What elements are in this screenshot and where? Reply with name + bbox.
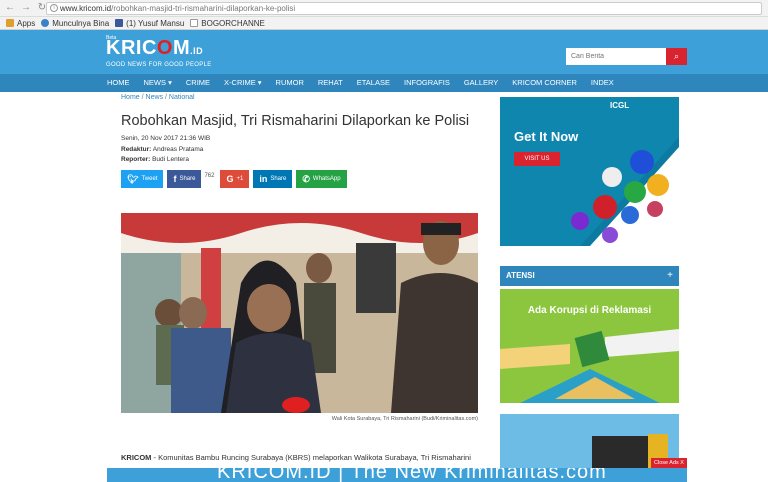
- nav-x-crime[interactable]: X-CRIME ▾: [217, 74, 269, 92]
- nav-gallery[interactable]: GALLERY: [457, 74, 505, 92]
- bookmark-bogorchannel[interactable]: BOGORCHANNE: [190, 19, 265, 28]
- url-domain: www.kricom.id: [60, 4, 112, 13]
- globe-icon: [41, 19, 50, 27]
- bookmarks-bar: Apps Munculnya Bina (1) Yusuf Mansu BOGO…: [0, 17, 768, 30]
- article-photo: [121, 213, 478, 413]
- nav-etalase[interactable]: ETALASE: [350, 74, 397, 92]
- nav-infografis[interactable]: INFOGRAFIS: [397, 74, 457, 92]
- gplus-button[interactable]: G +1: [220, 170, 250, 188]
- page-icon: [190, 19, 199, 27]
- bookmark-apps[interactable]: Apps: [6, 19, 35, 28]
- ad-title: Get It Now: [514, 129, 579, 144]
- share-buttons: 🐦︎ Tweet f Share 762 G +1 in Share ✆ WhatsApp: [121, 170, 351, 188]
- lead-text: - Komunitas Bambu Runcing Surabaya (KBRS…: [151, 453, 471, 462]
- site-header: Beta KRICOM.ID GOOD NEWS FOR GOOD PEOPLE…: [0, 30, 768, 74]
- breadcrumb: Home / News / National: [121, 94, 195, 101]
- main-nav: HOME NEWS ▾ CRIME X-CRIME ▾ RUMOR REHAT …: [0, 74, 768, 92]
- icgl-ad-banner[interactable]: ICGL Get It Now VISIT US: [500, 97, 679, 246]
- facebook-icon: f: [173, 174, 177, 184]
- address-bar[interactable]: i www.kricom.id/robohkan-masjid-tri-rism…: [46, 2, 762, 15]
- linkedin-icon: in: [259, 174, 268, 184]
- linkedin-share-button[interactable]: in Share: [253, 170, 293, 188]
- nav-rumor[interactable]: RUMOR: [269, 74, 311, 92]
- info-icon[interactable]: i: [50, 4, 58, 12]
- url-path: /robohkan-masjid-tri-rismaharini-dilapor…: [111, 4, 296, 13]
- beta-label: Beta: [106, 35, 117, 41]
- tweet-button[interactable]: 🐦︎ Tweet: [121, 170, 164, 188]
- atensi-card[interactable]: Ada Korupsi di Reklamasi: [500, 289, 679, 403]
- kricom-logo[interactable]: Beta KRICOM.ID GOOD NEWS FOR GOOD PEOPLE: [106, 35, 212, 68]
- apps-grid-icon: [6, 19, 14, 27]
- article-date: Senin, 20 Nov 2017 21:36 WIB: [121, 135, 211, 142]
- visit-us-button[interactable]: VISIT US: [514, 152, 560, 166]
- nav-home[interactable]: HOME: [100, 74, 137, 92]
- browser-toolbar: ← → ↻ i www.kricom.id/robohkan-masjid-tr…: [0, 0, 768, 17]
- back-icon[interactable]: ←: [4, 2, 16, 14]
- redaktur-name: Andreas Pratama: [152, 145, 204, 153]
- bottom-banner-text: KRICOM.ID | The New Kriminalitas.com: [217, 468, 607, 482]
- tagline: GOOD NEWS FOR GOOD PEOPLE: [106, 62, 212, 68]
- search-button[interactable]: ⌕: [666, 48, 687, 65]
- breadcrumb-news[interactable]: News: [146, 94, 164, 101]
- nav-kricom-corner[interactable]: KRICOM CORNER: [505, 74, 584, 92]
- photo-caption: Wali Kota Surabaya, Tri Rismaharini (Bud…: [331, 416, 478, 422]
- article-meta: Senin, 20 Nov 2017 21:36 WIB Redaktur: A…: [121, 135, 211, 163]
- close-ads-button[interactable]: Close Ads X: [651, 458, 687, 468]
- bottom-ad-banner[interactable]: KRICOM.ID | The New Kriminalitas.com: [107, 468, 687, 482]
- whatsapp-icon: ✆: [302, 173, 310, 184]
- breadcrumb-home[interactable]: Home: [121, 94, 140, 101]
- search-input[interactable]: [566, 48, 666, 65]
- whatsapp-button[interactable]: ✆ WhatsApp: [296, 170, 347, 188]
- article-title: Robohkan Masjid, Tri Rismaharini Dilapor…: [121, 113, 470, 129]
- expand-icon[interactable]: +: [667, 266, 673, 286]
- bookmark-yusuf[interactable]: (1) Yusuf Mansu: [115, 19, 184, 28]
- google-plus-icon: G: [226, 174, 234, 184]
- reporter-name: Budi Lentera: [152, 156, 189, 163]
- facebook-share-button[interactable]: f Share: [167, 170, 202, 188]
- nav-crime[interactable]: CRIME: [179, 74, 217, 92]
- atensi-header[interactable]: ATENSI +: [500, 266, 679, 286]
- nav-news[interactable]: NEWS ▾: [137, 74, 179, 92]
- breadcrumb-national[interactable]: National: [169, 94, 195, 101]
- twitter-icon: 🐦︎: [127, 173, 139, 184]
- nav-index[interactable]: INDEX: [584, 74, 621, 92]
- article-lead: KRICOM - Komunitas Bambu Runcing Surabay…: [121, 452, 481, 463]
- forward-icon[interactable]: →: [20, 2, 32, 14]
- facebook-icon: [115, 19, 124, 27]
- search-icon: ⌕: [673, 51, 680, 61]
- atensi-card-title: Ada Korupsi di Reklamasi: [527, 305, 652, 316]
- facebook-share-count: 762: [204, 173, 215, 179]
- icgl-logo: ICGL: [610, 101, 630, 110]
- nav-rehat[interactable]: REHAT: [311, 74, 350, 92]
- bookmark-munculnya[interactable]: Munculnya Bina: [41, 19, 109, 28]
- lead-source: KRICOM: [121, 453, 152, 462]
